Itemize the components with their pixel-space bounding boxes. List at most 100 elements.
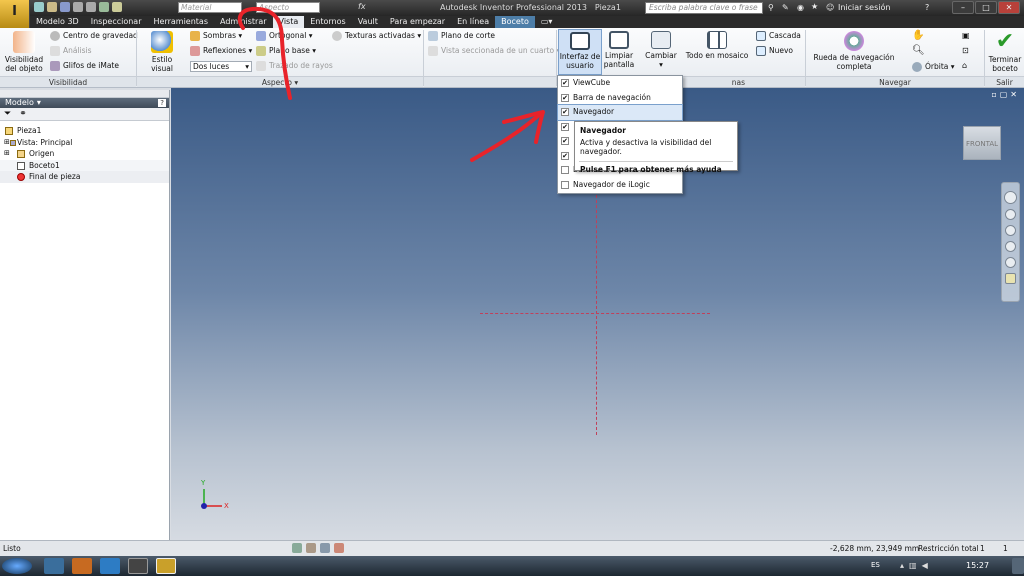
cascade-button[interactable]: Cascada <box>756 31 801 41</box>
expand-icon[interactable]: ⊞ <box>4 137 10 149</box>
expand-icon[interactable]: ⊞ <box>4 148 10 160</box>
tab-entornos[interactable]: Entornos <box>304 16 351 28</box>
home-icon[interactable] <box>99 2 109 12</box>
center-of-gravity-button[interactable]: Centro de gravedad <box>50 31 138 41</box>
pan-icon[interactable] <box>1005 209 1016 220</box>
grid-icon[interactable] <box>292 543 302 553</box>
tree-item-pieza[interactable]: Pieza1 <box>0 125 169 137</box>
filter-icon[interactable]: ⏷ <box>4 109 11 119</box>
network-icon[interactable]: ▥ <box>909 561 917 570</box>
checkbox-checked-icon[interactable]: ✔ <box>561 151 569 160</box>
constraint-icon[interactable] <box>320 543 330 553</box>
sign-in-link[interactable]: Iniciar sesión <box>838 3 890 12</box>
checkbox-unchecked-icon[interactable] <box>561 180 569 189</box>
language-indicator[interactable]: ES <box>871 561 880 569</box>
tree-item-final[interactable]: Final de pieza <box>0 171 169 183</box>
undo-icon[interactable] <box>73 2 83 12</box>
binoculars-icon[interactable]: ⚲ <box>768 3 774 12</box>
switch-button[interactable]: Cambiar ▾ <box>642 31 680 69</box>
checkbox-checked-icon[interactable]: ✔ <box>561 137 569 145</box>
tab-para-empezar[interactable]: Para empezar <box>384 16 451 28</box>
menu-item-navegador[interactable]: ✔ Navegador <box>557 104 683 121</box>
ribbon-options-icon[interactable]: ▭▾ <box>535 16 559 28</box>
start-button[interactable] <box>2 558 32 574</box>
inventor-taskbar-icon[interactable] <box>156 558 176 574</box>
tab-en-linea[interactable]: En línea <box>451 16 495 28</box>
command-prompt-icon[interactable] <box>128 558 148 574</box>
full-navigation-wheel-button[interactable]: Rueda de navegación completa <box>808 31 900 71</box>
user-interface-button[interactable]: Interfaz de usuario <box>558 29 602 75</box>
checkbox-checked-icon[interactable]: ✔ <box>561 93 569 102</box>
media-player-icon[interactable] <box>72 558 92 574</box>
finish-sketch-button[interactable]: ✔ Terminar boceto <box>986 31 1024 74</box>
zoom-icon[interactable]: 🔍︎ <box>912 45 925 56</box>
binoculars-icon[interactable]: ⚭ <box>19 109 27 119</box>
globe-icon[interactable]: ◉ <box>797 3 804 12</box>
tree-item-origen[interactable]: ⊞ Origen <box>0 148 169 160</box>
viewport-window-controls[interactable]: ▫▢✕ <box>991 90 1020 99</box>
orbit-icon[interactable] <box>1005 241 1016 252</box>
fx-icon[interactable]: fx <box>358 2 366 11</box>
redo-icon[interactable] <box>86 2 96 12</box>
menu-item-viewcube[interactable]: ✔ ViewCube <box>558 76 682 91</box>
imate-glyphs-button[interactable]: Glifos de iMate <box>50 61 119 71</box>
tree-item-boceto[interactable]: Boceto1 <box>0 159 169 171</box>
maximize-button[interactable]: □ <box>975 1 997 14</box>
new-window-button[interactable]: Nuevo <box>756 46 793 56</box>
help-icon[interactable]: ? <box>925 3 929 12</box>
textures-button[interactable]: Texturas activadas ▾ <box>332 31 421 41</box>
tray-arrow-icon[interactable]: ▴ <box>900 561 904 570</box>
show-constraints-icon[interactable] <box>334 543 344 553</box>
star-icon[interactable]: ★ <box>811 2 818 11</box>
tab-modelo-3d[interactable]: Modelo 3D <box>30 16 85 28</box>
checkbox-checked-icon[interactable]: ✔ <box>561 79 569 87</box>
tab-vista[interactable]: Vista <box>272 16 305 28</box>
material-combo[interactable]: Material <box>178 2 242 13</box>
panel-grip[interactable] <box>0 90 169 98</box>
save-icon[interactable] <box>60 2 70 12</box>
section-plane-button[interactable]: Plano de corte <box>428 31 495 41</box>
navbar-menu-icon[interactable] <box>1005 273 1016 284</box>
clean-screen-button[interactable]: Limpiar pantalla <box>603 31 635 69</box>
home-view-icon[interactable]: ⌂ <box>962 61 967 70</box>
update-icon[interactable] <box>112 2 122 12</box>
pan-icon[interactable]: ✋ <box>912 30 924 41</box>
menu-item-navigation-bar[interactable]: ✔ Barra de navegación <box>558 91 682 106</box>
tab-vault[interactable]: Vault <box>352 16 384 28</box>
close-button[interactable]: ✕ <box>998 1 1020 14</box>
object-visibility-button[interactable]: Visibilidad del objeto <box>4 31 44 73</box>
tree-item-vista[interactable]: ⊞ Vista: Principal <box>0 137 169 149</box>
volume-icon[interactable]: ◀ <box>922 561 928 570</box>
quarter-section-button[interactable]: Vista seccionada de un cuarto ▾ <box>428 46 560 56</box>
group-label-aspecto[interactable]: Aspecto ▾ <box>137 76 423 87</box>
search-input[interactable]: Escriba palabra clave o frase <box>645 2 763 14</box>
checkbox-checked-icon[interactable]: ✔ <box>561 108 569 116</box>
orbit-button[interactable]: Órbita ▾ <box>912 62 955 72</box>
app-logo[interactable]: I <box>0 0 30 28</box>
visual-style-button[interactable]: Estilo visual <box>140 31 184 73</box>
tile-all-button[interactable]: Todo en mosaico <box>684 31 750 60</box>
checkbox-checked-icon[interactable]: ✔ <box>561 122 569 131</box>
explorer-icon[interactable] <box>44 558 64 574</box>
new-icon[interactable] <box>34 2 44 12</box>
checkbox-unchecked-icon[interactable] <box>561 166 569 174</box>
snap-icon[interactable] <box>306 543 316 553</box>
menu-item-ilogic[interactable]: Navegador de iLogic <box>558 178 682 193</box>
show-desktop-button[interactable] <box>1012 558 1024 574</box>
viewcube[interactable]: FRONTAL <box>963 126 1001 160</box>
tools-icon[interactable]: ✎ <box>782 3 789 12</box>
ground-plane-button[interactable]: Plano base ▾ <box>256 46 316 56</box>
tab-administrar[interactable]: Administrar <box>214 16 273 28</box>
minimize-button[interactable]: – <box>952 1 974 14</box>
orthographic-button[interactable]: Ortogonal ▾ <box>256 31 312 41</box>
navigation-wheel-icon[interactable] <box>1004 191 1017 204</box>
reflections-button[interactable]: Reflexiones ▾ <box>190 46 252 56</box>
analysis-button[interactable]: Análisis <box>50 46 92 56</box>
ray-tracing-button[interactable]: Trazado de rayos <box>256 61 333 71</box>
internet-explorer-icon[interactable] <box>100 558 120 574</box>
look-at-icon[interactable] <box>1005 257 1016 268</box>
shadows-button[interactable]: Sombras ▾ <box>190 31 242 41</box>
zoom-all-icon[interactable]: ⊡ <box>962 46 969 55</box>
browser-header[interactable]: Modelo ▾ ? <box>0 98 169 108</box>
tab-boceto[interactable]: Boceto <box>495 16 535 28</box>
